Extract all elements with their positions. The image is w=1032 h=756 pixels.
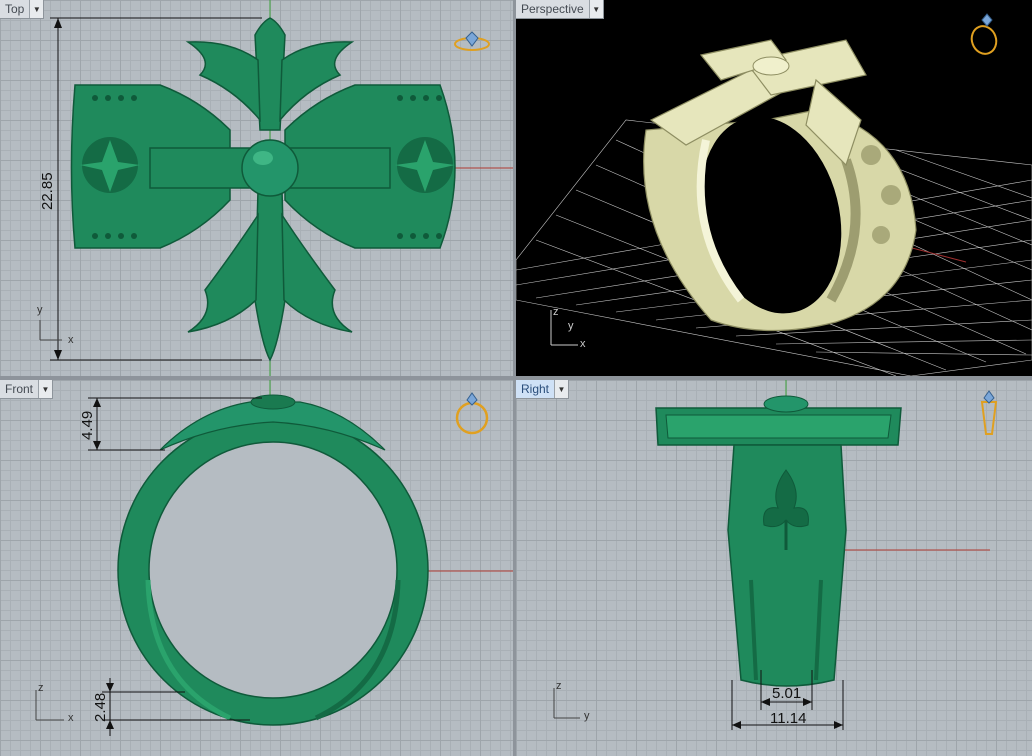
axis-z-label: z	[38, 682, 44, 694]
viewport-label: Perspective	[521, 2, 584, 16]
chevron-down-icon[interactable]: ▼	[38, 380, 53, 398]
top-view-scene: 22.85	[39, 0, 513, 376]
viewport-tab-right[interactable]: Right ▼	[516, 380, 570, 399]
ring-right-side	[655, 407, 902, 687]
front-dimension-top-label: 4.49	[79, 411, 96, 440]
axis-z-label: z	[553, 306, 559, 318]
chevron-down-icon[interactable]: ▼	[554, 380, 569, 398]
right-view-scene: 5.01 11.14	[553, 380, 990, 730]
perspective-view-scene	[516, 39, 1032, 376]
axis-y-label: y	[584, 710, 590, 722]
viewport-tab-perspective[interactable]: Perspective ▼	[516, 0, 604, 19]
ring-top-view-icon	[454, 31, 490, 51]
right-dimension-inner-label: 5.01	[772, 685, 801, 702]
axis-y-label: y	[568, 320, 574, 332]
viewport-label: Front	[5, 382, 34, 396]
right-dimension-outer-label: 11.14	[770, 710, 806, 727]
ring-front-view-icon	[455, 392, 489, 435]
axis-x-label: x	[68, 712, 74, 724]
viewport-front[interactable]: 4.49 2.48 Front ▼ z x	[0, 380, 513, 756]
viewport-top[interactable]: 22.85 Top ▼ y x	[0, 0, 513, 376]
axis-z-label: z	[556, 680, 562, 692]
viewport-right[interactable]: 5.01 11.14 Right ▼ z y	[516, 380, 1032, 756]
viewport-label: Top	[5, 2, 25, 16]
chevron-down-icon[interactable]: ▼	[588, 0, 603, 18]
viewport-label: Right	[521, 382, 550, 396]
viewport-perspective[interactable]: Perspective ▼ z y x	[516, 0, 1032, 376]
viewport-tab-top[interactable]: Top ▼	[0, 0, 45, 19]
ring-side-view-icon	[980, 390, 998, 435]
front-view-scene: 4.49 2.48	[35, 380, 513, 736]
chevron-down-icon[interactable]: ▼	[29, 0, 44, 18]
axis-y-label: y	[37, 304, 43, 316]
viewport-tab-front[interactable]: Front ▼	[0, 380, 54, 399]
top-dimension-label: 22.85	[39, 172, 56, 210]
axis-x-label: x	[68, 334, 74, 346]
front-dimension-bottom-label: 2.48	[92, 693, 109, 722]
ring-perspective-icon	[970, 13, 998, 55]
axis-x-label: x	[580, 338, 586, 350]
